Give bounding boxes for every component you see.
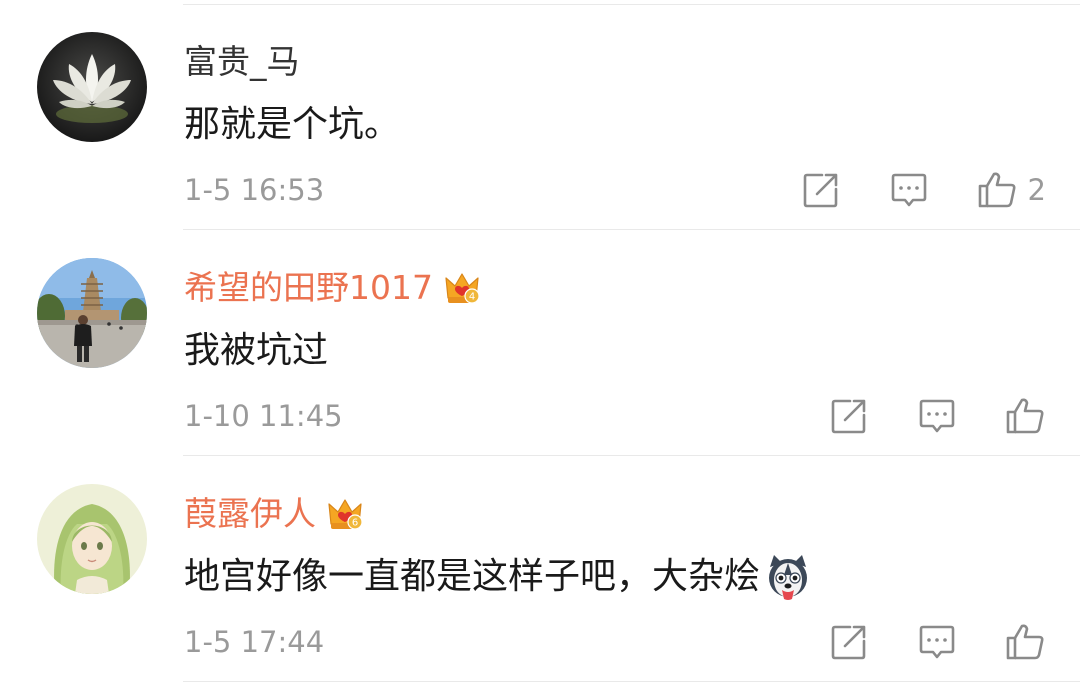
comment-button[interactable] — [888, 169, 930, 211]
like-button[interactable]: 2 — [976, 169, 1046, 211]
comment-item: 葭露伊人 6 地宫好像一直都是这样子吧，大杂烩 1-5 17:44 — [0, 456, 1080, 682]
avatar[interactable] — [37, 32, 147, 142]
comment-icon — [919, 399, 955, 433]
username[interactable]: 富贵_马 — [184, 34, 300, 90]
comment-text-content: 那就是个坑。 — [184, 104, 401, 145]
vip-crown-icon[interactable]: 4 — [443, 268, 481, 308]
comment-icon — [919, 625, 955, 659]
comment-item: 希望的田野1017 4 我被坑过 1-10 11:45 — [0, 230, 1080, 456]
like-button[interactable] — [1004, 621, 1046, 663]
pagoda-photo-avatar — [37, 258, 147, 368]
divider — [183, 681, 1080, 682]
comment-text-content: 我被坑过 — [184, 330, 329, 371]
comment-button[interactable] — [916, 395, 958, 437]
action-bar — [782, 390, 1046, 442]
name-row: 富贵_马 — [184, 34, 300, 90]
share-button[interactable] — [828, 395, 870, 437]
share-icon — [831, 399, 866, 434]
comment-item: 富贵_马 那就是个坑。 1-5 16:53 2 — [0, 4, 1080, 230]
comment-text-content: 地宫好像一直都是这样子吧，大杂烩 — [184, 556, 761, 597]
comment-text: 那就是个坑。 — [184, 97, 400, 153]
timestamp: 1-10 11:45 — [184, 399, 343, 433]
share-button[interactable] — [800, 169, 842, 211]
like-button[interactable] — [1004, 395, 1046, 437]
name-row: 希望的田野1017 4 — [184, 260, 481, 316]
vip-crown-icon[interactable]: 6 — [326, 494, 364, 534]
like-icon — [1006, 624, 1044, 660]
vip-level: 6 — [352, 518, 358, 529]
avatar[interactable] — [37, 258, 147, 368]
anime-girl-avatar — [37, 484, 147, 594]
timestamp: 1-5 17:44 — [184, 625, 325, 659]
share-icon — [803, 173, 837, 208]
vip-level: 4 — [469, 292, 475, 303]
husky-emoji-icon — [764, 553, 812, 601]
name-row: 葭露伊人 6 — [184, 486, 364, 542]
like-icon — [978, 172, 1016, 208]
comment-list: 富贵_马 那就是个坑。 1-5 16:53 2 希望的田野1017 4 我被坑过… — [0, 0, 1080, 692]
comment-text: 我被坑过 — [184, 323, 328, 379]
avatar[interactable] — [37, 484, 147, 594]
comment-icon — [891, 173, 926, 207]
timestamp: 1-5 16:53 — [184, 173, 325, 207]
share-button[interactable] — [828, 621, 870, 663]
action-bar — [782, 616, 1046, 668]
username[interactable]: 希望的田野1017 — [184, 260, 433, 316]
lotus-avatar — [37, 32, 147, 142]
like-icon — [1006, 398, 1044, 434]
share-icon — [831, 625, 866, 660]
like-count: 2 — [1027, 173, 1046, 207]
username[interactable]: 葭露伊人 — [184, 486, 316, 542]
comment-text: 地宫好像一直都是这样子吧，大杂烩 — [184, 549, 812, 605]
comment-button[interactable] — [916, 621, 958, 663]
action-bar: 2 — [754, 164, 1046, 216]
